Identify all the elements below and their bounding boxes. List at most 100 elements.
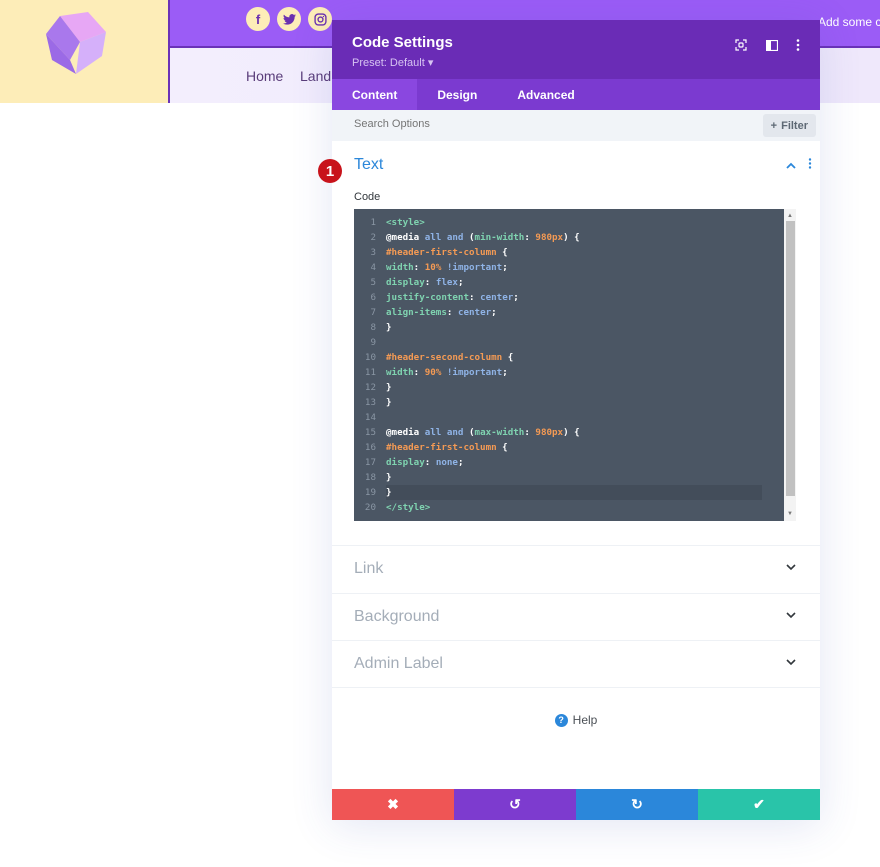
nav-link-home[interactable]: Home	[246, 68, 283, 84]
tab-design[interactable]: Design	[417, 79, 497, 110]
code-text: <style>	[386, 215, 762, 230]
code-text: #header-first-column {	[386, 440, 762, 455]
code-token: ;	[457, 457, 464, 468]
twitter-icon[interactable]	[277, 7, 301, 31]
code-line[interactable]: 11 width: 90% !important;	[354, 365, 782, 380]
modal-title: Code Settings	[352, 34, 453, 51]
redo-button[interactable]: ↻	[576, 789, 698, 820]
cube-logo-icon	[46, 12, 106, 74]
code-token: #header-first-column	[386, 247, 503, 258]
modal-header: Code Settings Preset: Default ▾	[332, 20, 820, 79]
cancel-button[interactable]: ✖	[332, 789, 454, 820]
code-line[interactable]: 4 width: 10% !important;	[354, 260, 782, 275]
line-number: 15	[364, 427, 376, 438]
code-token: :	[424, 457, 436, 468]
section-title-text[interactable]: Text	[354, 156, 383, 174]
code-line[interactable]: 16 #header-first-column {	[354, 440, 782, 455]
code-token: 90%	[424, 367, 447, 378]
save-button[interactable]: ✔	[698, 789, 820, 820]
code-line[interactable]: 5 display: flex;	[354, 275, 782, 290]
code-token: ) {	[563, 427, 580, 438]
line-number: 10	[364, 352, 376, 363]
filter-button[interactable]: + Filter	[762, 114, 816, 137]
code-token: :	[524, 427, 536, 438]
site-logo-area	[0, 0, 168, 103]
section-admin-label[interactable]: Admin Label	[332, 640, 820, 688]
split-view-icon[interactable]	[763, 36, 781, 54]
code-token: ;	[513, 292, 519, 303]
page: f Add some c Home Land Code Settings Pre…	[0, 0, 880, 867]
code-line[interactable]: 19}	[354, 485, 782, 500]
scroll-thumb[interactable]	[786, 221, 795, 496]
help-area: ? Help	[332, 710, 820, 728]
code-text: #header-first-column {	[386, 245, 762, 260]
code-text: }	[386, 395, 762, 410]
code-line[interactable]: 3 #header-first-column {	[354, 245, 782, 260]
code-line[interactable]: 10 #header-second-column {	[354, 350, 782, 365]
code-text: </style>	[386, 500, 762, 515]
chevron-down-icon	[786, 562, 796, 574]
code-token: width	[386, 262, 414, 273]
code-line[interactable]: 2 @media all and (min-width: 980px) {	[354, 230, 782, 245]
section-link[interactable]: Link	[332, 545, 820, 593]
line-number: 8	[370, 322, 376, 333]
line-number: 3	[370, 247, 376, 258]
code-token: center	[480, 292, 514, 303]
tab-content[interactable]: Content	[332, 79, 418, 110]
code-line[interactable]: 13}	[354, 395, 782, 410]
code-line[interactable]: 1 <style>	[354, 215, 782, 230]
code-line[interactable]: 15 @media all and (max-width: 980px) {	[354, 425, 782, 440]
code-token: }	[386, 382, 392, 393]
nav-link-landing[interactable]: Land	[300, 68, 331, 84]
section-more-icon[interactable]	[808, 157, 812, 172]
code-line[interactable]: 6 justify-content: center;	[354, 290, 782, 305]
fullscreen-icon[interactable]	[732, 36, 750, 54]
modal-tabs: Content Design Advanced	[332, 79, 820, 110]
section-title-admin-label: Admin Label	[354, 655, 443, 672]
line-number: 20	[364, 502, 376, 513]
help-link[interactable]: ? Help	[554, 713, 598, 727]
code-token: min-width	[474, 232, 525, 243]
instagram-icon[interactable]	[308, 7, 332, 31]
code-editor[interactable]: 1 <style> 2 @media all and (min-width: 980p…	[354, 209, 796, 521]
chevron-up-icon[interactable]	[786, 158, 796, 172]
code-token: {	[502, 247, 508, 258]
code-token: width	[386, 367, 414, 378]
code-line[interactable]: 14	[354, 410, 782, 425]
section-background[interactable]: Background	[332, 592, 820, 641]
code-text: width: 90% !important;	[386, 365, 762, 380]
scroll-up-icon[interactable]: ▲	[784, 211, 796, 221]
code-token: center	[457, 307, 492, 318]
code-token: }	[386, 487, 392, 498]
undo-button[interactable]: ↺	[454, 789, 576, 820]
code-line[interactable]: 17 display: none;	[354, 455, 782, 470]
line-number: 6	[370, 292, 376, 303]
code-line[interactable]: 18}	[354, 470, 782, 485]
code-token: display	[386, 457, 425, 468]
redo-icon: ↻	[631, 796, 643, 812]
facebook-icon[interactable]: f	[246, 7, 270, 31]
preset-dropdown[interactable]: Preset: Default ▾	[352, 56, 433, 69]
scroll-down-icon[interactable]: ▼	[784, 509, 796, 519]
more-options-icon[interactable]	[789, 36, 807, 54]
code-token: all and	[424, 232, 469, 243]
code-token: align-items	[386, 307, 447, 318]
code-text: display: none;	[386, 455, 762, 470]
line-number: 16	[364, 442, 376, 453]
code-token: all and	[424, 427, 469, 438]
code-token: <style>	[386, 217, 425, 228]
help-label: Help	[572, 713, 598, 727]
line-number: 5	[370, 277, 376, 288]
chevron-down-icon	[786, 610, 796, 622]
help-icon: ?	[554, 713, 568, 727]
code-line[interactable]: 9	[354, 335, 782, 350]
code-scrollbar[interactable]: ▲ ▼	[784, 209, 796, 521]
tab-advanced[interactable]: Advanced	[497, 79, 594, 110]
search-options-input[interactable]	[354, 118, 654, 130]
topbar-text: Add some c	[818, 15, 880, 29]
code-token: #header-first-column	[386, 442, 503, 453]
code-line[interactable]: 7 align-items: center;	[354, 305, 782, 320]
code-line[interactable]: 20 </style>	[354, 500, 782, 515]
code-line[interactable]: 8}	[354, 320, 782, 335]
code-line[interactable]: 12}	[354, 380, 782, 395]
